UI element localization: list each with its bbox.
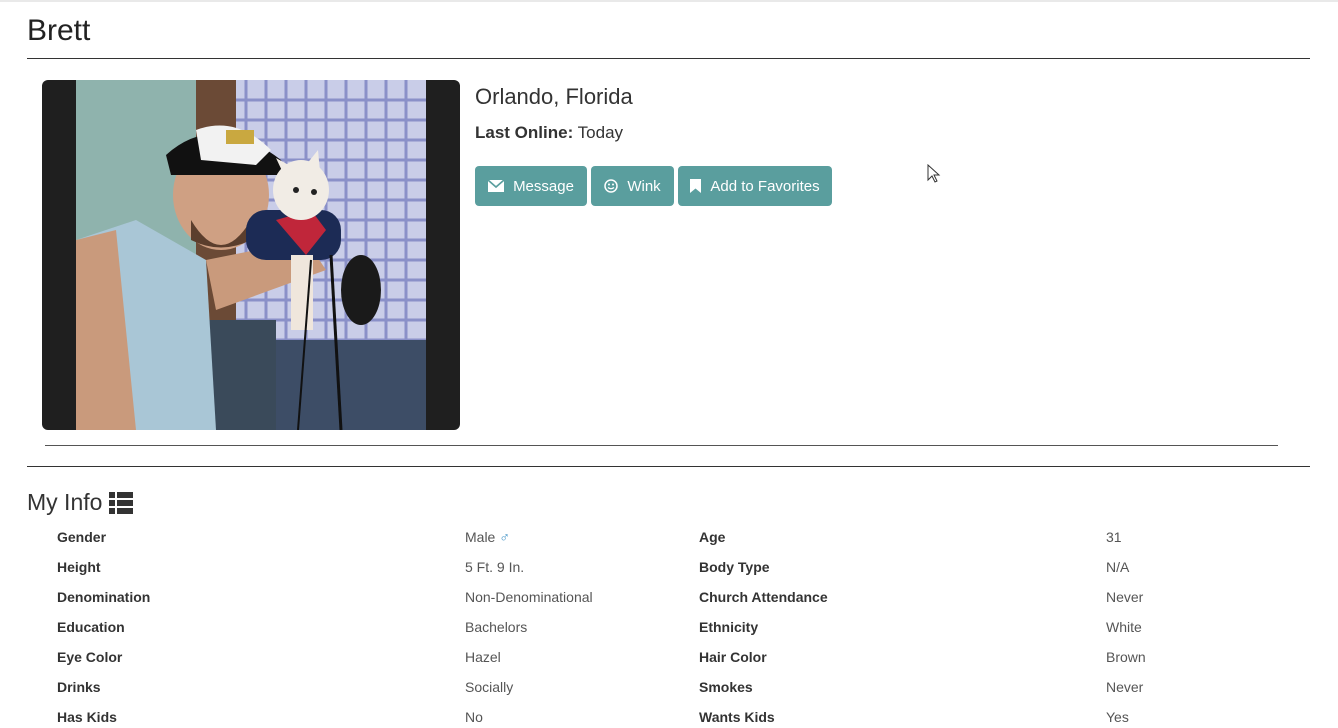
info-value: Never <box>1106 589 1144 605</box>
info-value: Non-Denominational <box>465 589 593 605</box>
profile-location: Orlando, Florida <box>475 84 633 109</box>
info-label: Drinks <box>57 679 101 695</box>
section-divider <box>27 466 1310 467</box>
info-value: Bachelors <box>465 619 528 635</box>
info-value: 31 <box>1106 529 1122 545</box>
info-value: 5 Ft. 9 In. <box>465 559 525 575</box>
info-value: Yes <box>1106 709 1129 725</box>
bookmark-icon <box>690 179 702 193</box>
info-label: Eye Color <box>57 649 123 665</box>
info-label: Has Kids <box>57 709 117 725</box>
info-value: Never <box>1106 679 1144 695</box>
info-label: Denomination <box>57 589 151 605</box>
info-value: Hazel <box>465 649 501 665</box>
info-label: Education <box>57 619 125 635</box>
my-info-heading: My Info <box>27 489 134 516</box>
my-info-title: My Info <box>27 489 103 515</box>
smiley-icon <box>604 179 619 193</box>
info-label: Body Type <box>699 559 770 575</box>
info-row-eye-color: Eye Color Hazel Hair Color Brown <box>0 649 1338 679</box>
info-value: No <box>465 709 483 725</box>
info-row-gender: Gender Male ♂ Age 31 <box>0 529 1338 559</box>
top-border <box>0 0 1338 2</box>
profile-photo[interactable] <box>76 80 426 430</box>
info-label: Wants Kids <box>699 709 775 725</box>
info-row-education: Education Bachelors Ethnicity White <box>0 619 1338 649</box>
info-value: N/A <box>1106 559 1130 575</box>
last-online: Last Online: Today <box>475 123 623 143</box>
info-row-denomination: Denomination Non-Denominational Church A… <box>0 589 1338 619</box>
profile-name: Brett <box>27 14 91 47</box>
info-label: Smokes <box>699 679 753 695</box>
envelope-icon <box>488 180 505 192</box>
list-icon <box>109 491 134 514</box>
favorites-button-label: Add to Favorites <box>710 177 820 195</box>
info-value: Socially <box>465 679 514 695</box>
message-button[interactable]: Message <box>475 166 587 206</box>
info-label: Age <box>699 529 726 545</box>
info-row-drinks: Drinks Socially Smokes Never <box>0 679 1338 709</box>
info-row-has-kids: Has Kids No Wants Kids Yes <box>0 709 1338 728</box>
info-value: Male ♂ <box>465 529 510 545</box>
wink-button-label: Wink <box>627 177 661 195</box>
info-label: Ethnicity <box>699 619 759 635</box>
info-value: Brown <box>1106 649 1146 665</box>
last-online-value: Today <box>577 123 624 142</box>
info-label: Height <box>57 559 101 575</box>
message-button-label: Message <box>513 177 574 195</box>
info-label: Church Attendance <box>699 589 828 605</box>
add-to-favorites-button[interactable]: Add to Favorites <box>678 166 832 206</box>
info-label: Hair Color <box>699 649 767 665</box>
header-divider <box>27 58 1310 59</box>
profile-photo-frame[interactable] <box>42 80 460 430</box>
last-online-label: Last Online: <box>475 123 574 142</box>
photo-section-divider <box>45 445 1278 446</box>
info-row-height: Height 5 Ft. 9 In. Body Type N/A <box>0 559 1338 589</box>
info-value: White <box>1106 619 1142 635</box>
wink-button[interactable]: Wink <box>591 166 674 206</box>
mouse-cursor-icon <box>927 164 941 183</box>
gender-value: Male <box>465 529 496 545</box>
info-label: Gender <box>57 529 107 545</box>
male-symbol-icon: ♂ <box>499 529 510 545</box>
